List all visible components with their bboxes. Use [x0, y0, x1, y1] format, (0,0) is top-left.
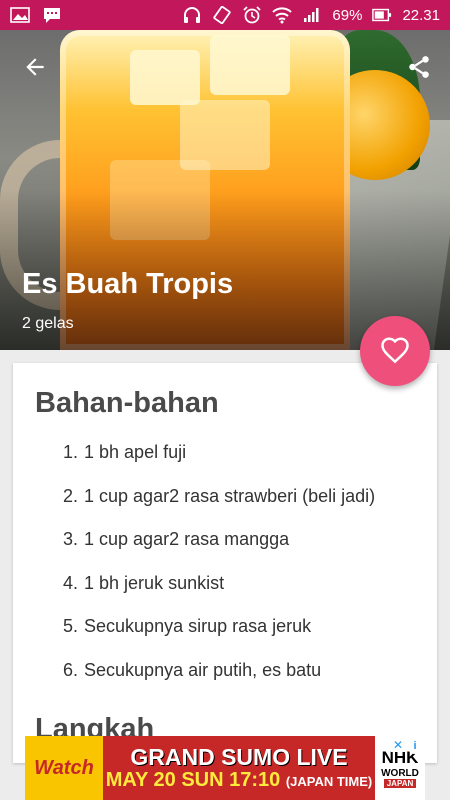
ingredient-item: 4. 1 bh jeruk sunkist	[63, 573, 415, 617]
heart-icon	[381, 337, 409, 364]
headphones-icon	[182, 6, 202, 24]
ingredient-item: 1. 1 bh apel fuji	[63, 442, 415, 486]
ingredient-number: 3.	[63, 529, 79, 549]
ad-timezone: (JAPAN TIME)	[285, 773, 373, 789]
ingredient-text: 1 bh apel fuji	[84, 442, 187, 462]
signal-icon	[302, 6, 322, 24]
ingredients-list: 1. 1 bh apel fuji 2. 1 cup agar2 rasa stra…	[35, 442, 415, 703]
alarm-icon	[242, 6, 262, 24]
ingredient-text: 1 bh jeruk sunkist	[84, 572, 225, 593]
message-icon	[42, 6, 62, 24]
ad-watch-label: Watch	[25, 736, 103, 800]
recipe-screen: 69% 22.31 Es Buah Tropis 2 gelas Bahan-b…	[0, 0, 450, 800]
ingredient-text: Secukupnya air putih, es batu	[84, 659, 322, 680]
ingredients-card: Bahan-bahan 1. 1 bh apel fuji 2. 1 cup aga…	[13, 363, 437, 763]
ingredient-number: 2.	[63, 485, 79, 506]
back-button[interactable]	[18, 50, 52, 84]
ingredient-number: 4.	[63, 572, 79, 593]
battery-percent: 69%	[332, 6, 363, 24]
ad-headline: GRAND SUMO LIVE	[130, 744, 348, 771]
ingredient-text: Secukupnya sirup rasa jeruk	[84, 616, 312, 636]
ad-banner[interactable]: Watch GRAND SUMO LIVE MAY 20 SUN 17:10 (…	[25, 736, 425, 800]
ice-cube	[210, 35, 290, 95]
ingredient-item: 5. Secukupnya sirup rasa jeruk	[63, 616, 415, 660]
recipe-hero-image	[0, 30, 450, 350]
ingredient-number: 6.	[63, 659, 79, 680]
ad-close-icon[interactable]: ✕	[391, 738, 405, 752]
ingredient-item: 3. 1 cup agar2 rasa mangga	[63, 529, 415, 573]
back-arrow-icon	[26, 58, 44, 76]
ad-logo-world: WORLD	[381, 768, 419, 779]
status-time: 22.31	[402, 6, 440, 24]
favorite-button[interactable]	[360, 316, 430, 386]
ingredients-heading: Bahan-bahan	[35, 387, 219, 419]
ingredient-number: 1.	[63, 442, 79, 462]
recipe-title: Es Buah Tropis	[22, 268, 234, 300]
ice-cube	[130, 50, 200, 105]
image-icon	[10, 6, 30, 24]
ingredient-text: 1 cup agar2 rasa mangga	[84, 529, 290, 549]
status-bar: 69% 22.31	[0, 0, 450, 30]
share-button[interactable]	[402, 50, 436, 84]
share-icon	[409, 56, 429, 78]
ad-main-text: GRAND SUMO LIVE MAY 20 SUN 17:10 (JAPAN …	[103, 745, 375, 790]
recipe-servings: 2 gelas	[22, 315, 74, 332]
wifi-icon	[272, 6, 293, 24]
ingredient-number: 5.	[63, 616, 79, 636]
ingredient-item: 6. Secukupnya air putih, es batu	[63, 660, 415, 704]
rotate-icon	[212, 6, 232, 24]
ad-date-line: MAY 20 SUN 17:10 (JAPAN TIME)	[103, 768, 375, 791]
ad-logo-country: JAPAN	[383, 779, 417, 788]
ingredient-item: 2. 1 cup agar2 rasa strawberi (beli jadi)	[63, 486, 415, 530]
ad-info-icon[interactable]: i	[407, 738, 423, 754]
ad-date: MAY 20 SUN 17:10	[105, 768, 281, 791]
ingredient-text: 1 cup agar2 rasa strawberi (beli jadi)	[84, 485, 376, 506]
battery-icon	[372, 6, 392, 24]
